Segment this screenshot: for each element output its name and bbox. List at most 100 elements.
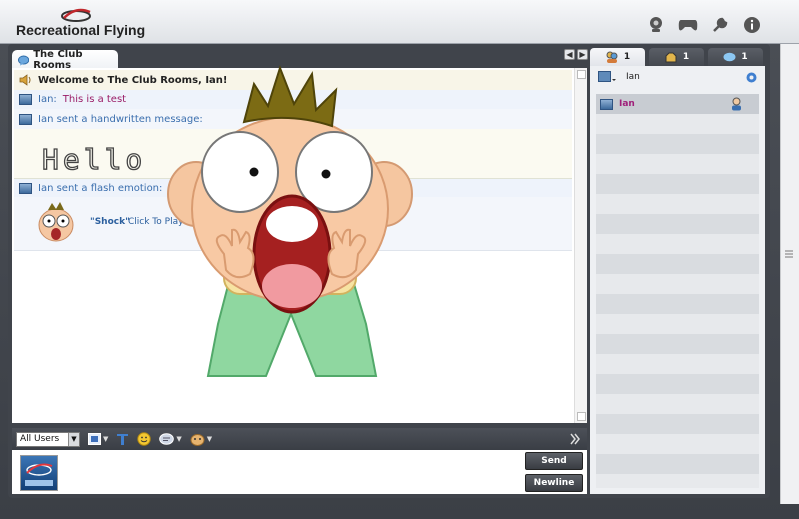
list-item [596, 354, 759, 374]
flash-name[interactable]: "Shock" [90, 217, 130, 227]
flash-emotion-button[interactable]: ▼ [190, 431, 212, 447]
handwritten-message: Hello [14, 129, 572, 179]
user-avatar-icon [600, 98, 613, 110]
users-icon [606, 51, 618, 63]
list-item [596, 134, 759, 154]
scroll-grip-icon[interactable] [785, 249, 793, 259]
user-profile-icon[interactable] [730, 97, 743, 111]
users-list-body: Ian Ian [590, 66, 765, 494]
expand-chevron-icon[interactable] [570, 433, 580, 445]
list-item [596, 234, 759, 254]
tab-chats[interactable]: 1 [708, 48, 763, 66]
user-avatar-icon [19, 94, 32, 105]
flash-notice: Ian sent a flash emotion: [14, 179, 572, 197]
tab-prev-button[interactable]: ◀ [564, 49, 575, 60]
text-format-icon [117, 434, 129, 445]
chevron-down-icon: ▼ [68, 432, 79, 446]
chat-tab-bar: The Club Rooms ◀ ▶ [12, 48, 588, 71]
handwritten-notice-text: Ian sent a handwritten message: [38, 113, 203, 125]
recipient-select-value: All Users [20, 433, 60, 444]
chat-scrollbar[interactable] [574, 68, 587, 423]
current-user-name: Ian [626, 72, 640, 82]
tab-club-rooms[interactable]: The Club Rooms [12, 49, 118, 71]
info-icon [744, 17, 760, 33]
tab-count: 1 [682, 52, 690, 62]
send-button[interactable]: Send [525, 452, 583, 470]
info-button[interactable] [741, 14, 763, 36]
chevron-down-icon: ▼ [176, 435, 182, 443]
list-item [596, 114, 759, 134]
user-avatar-icon [19, 113, 32, 125]
list-item [596, 314, 759, 334]
webcam-button[interactable] [645, 14, 667, 36]
flash-notice-text: Ian sent a flash emotion: [38, 182, 163, 194]
list-item [596, 294, 759, 314]
list-item [596, 254, 759, 274]
speech-bubble-icon [159, 432, 175, 445]
tab-count: 1 [741, 52, 748, 62]
app-header: Recreational Flying [0, 0, 799, 44]
chat-message: Ian: This is a test [14, 90, 572, 109]
list-item [596, 194, 759, 214]
flash-emotion: "Shock" Click To Play [14, 197, 572, 251]
shock-thumbnail-icon[interactable] [32, 201, 80, 245]
chat-messages: Welcome to The Club Rooms, Ian! Ian: Thi… [12, 68, 587, 423]
chevron-down-icon: ▼ [103, 435, 109, 443]
hand-icon [665, 52, 677, 63]
window-scrollbar[interactable] [780, 44, 799, 504]
welcome-text: Welcome to The Club Rooms, Ian! [38, 74, 228, 86]
logo-icon [61, 8, 91, 22]
list-item [596, 434, 759, 454]
welcome-message: Welcome to The Club Rooms, Ian! [14, 70, 572, 90]
flash-play-link[interactable]: Click To Play [128, 217, 183, 227]
newline-button[interactable]: Newline [525, 474, 583, 492]
status-icon[interactable] [598, 70, 616, 84]
list-item [596, 334, 759, 354]
recipient-select[interactable]: All Users ▼ [16, 431, 80, 447]
tools-icon [713, 17, 728, 32]
smiley-icon [137, 432, 152, 446]
flash-face-icon [190, 433, 205, 446]
list-item [596, 374, 759, 394]
list-item [596, 154, 759, 174]
list-item [596, 394, 759, 414]
list-item [596, 474, 759, 488]
handwriting-drawing: Hello [41, 142, 146, 176]
list-item [596, 454, 759, 474]
image-button[interactable]: ▼ [88, 431, 108, 447]
image-icon [88, 433, 101, 445]
emoticon-button[interactable] [137, 431, 152, 447]
avatar[interactable] [20, 455, 58, 491]
users-list: Ian [596, 94, 759, 488]
tools-button[interactable] [709, 14, 731, 36]
tab-count: 1 [623, 52, 631, 62]
scroll-up-button[interactable] [577, 70, 586, 79]
chat-style-button[interactable]: ▼ [159, 431, 182, 447]
handwritten-notice: Ian sent a handwritten message: [14, 109, 572, 129]
chat-bubble-icon [18, 55, 30, 66]
app-title: Recreational Flying [16, 22, 146, 38]
chevron-down-icon: ▼ [206, 435, 213, 443]
list-item[interactable]: Ian [596, 94, 759, 114]
message-input-area[interactable]: Send Newline [12, 450, 587, 494]
text-format-button[interactable] [116, 431, 129, 447]
app-window: Recreational Flying The Club Rooms ◀ ▶ W… [0, 0, 799, 519]
list-item [596, 414, 759, 434]
speaker-icon [19, 74, 31, 86]
handwritten-text: Hello [42, 143, 146, 176]
chat-panel: The Club Rooms ◀ ▶ Welcome to The Club R… [12, 48, 588, 494]
message-text: This is a test [62, 94, 127, 105]
scroll-down-button[interactable] [577, 412, 586, 421]
gear-icon[interactable] [745, 71, 758, 84]
user-name: Ian [619, 99, 635, 109]
games-icon [678, 20, 698, 31]
tab-next-button[interactable]: ▶ [577, 49, 588, 60]
list-item [596, 274, 759, 294]
tab-hands[interactable]: 1 [649, 48, 704, 66]
list-item [596, 174, 759, 194]
tab-users[interactable]: 1 [590, 48, 645, 66]
webcam-icon [650, 17, 662, 32]
list-item [596, 214, 759, 234]
users-panel: 1 1 1 Ian Ian [590, 48, 765, 494]
games-button[interactable] [677, 14, 699, 36]
